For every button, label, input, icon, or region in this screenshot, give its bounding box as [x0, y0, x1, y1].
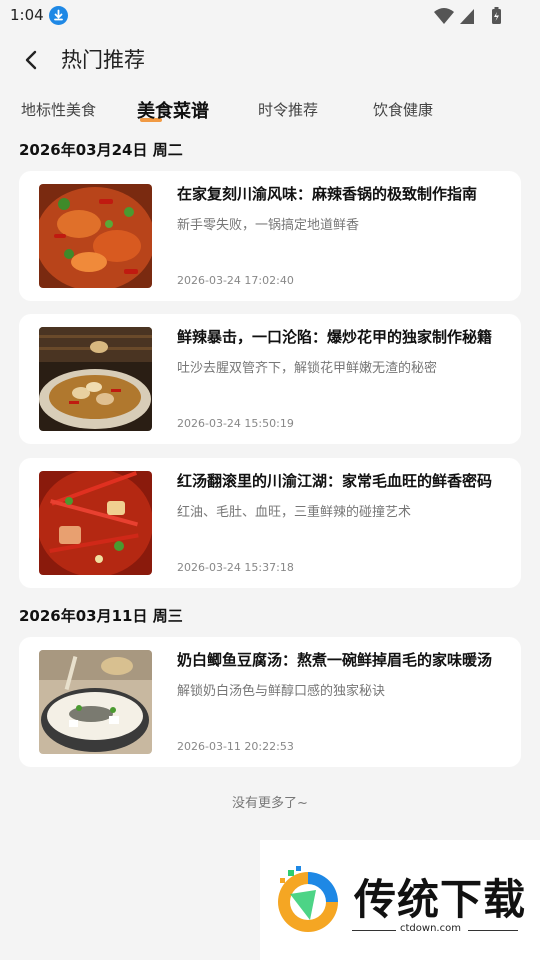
spicy-pot-image: [39, 184, 152, 288]
divider: [468, 930, 518, 931]
app-header: 热门推荐: [0, 38, 540, 82]
article-title: 在家复刻川渝风味：麻辣香锅的极致制作指南: [177, 185, 478, 203]
fish-tofu-soup-image: [39, 650, 152, 754]
article-title: 红汤翻滚里的川渝江湖：家常毛血旺的鲜香密码: [177, 472, 493, 490]
watermark-url: ctdown.com: [400, 923, 461, 934]
article-timestamp: 2026-03-11 20:22:53: [177, 740, 294, 753]
article-card[interactable]: 鲜辣暴击，一口沦陷：爆炒花甲的独家制作秘籍 吐沙去腥双管齐下，解锁花甲鲜嫩无渣的…: [19, 314, 521, 444]
tab-seasonal[interactable]: 时令推荐: [258, 99, 318, 120]
article-timestamp: 2026-03-24 17:02:40: [177, 274, 294, 287]
no-more-text: 没有更多了~: [232, 796, 308, 811]
article-title: 奶白鲫鱼豆腐汤：熬煮一碗鲜掉眉毛的家味暖汤: [177, 651, 493, 669]
watermark-name: 传统下载: [354, 875, 527, 924]
watermark-logo-icon: [278, 866, 338, 932]
article-card[interactable]: 红汤翻滚里的川渝江湖：家常毛血旺的鲜香密码 红油、毛肚、血旺，三重鲜辣的碰撞艺术…: [19, 458, 521, 588]
tab-healthy-diet[interactable]: 饮食健康: [373, 99, 433, 120]
tab-recipes[interactable]: 美食菜谱: [137, 97, 209, 123]
tab-label: 地标性美食: [21, 101, 97, 119]
divider: [352, 930, 396, 931]
page-title: 热门推荐: [61, 48, 145, 72]
tab-label: 时令推荐: [258, 101, 319, 119]
tab-landmark-food[interactable]: 地标性美食: [21, 99, 96, 120]
section-date-header: 2026年03月11日 周三: [19, 607, 183, 625]
article-card[interactable]: 在家复刻川渝风味：麻辣香锅的极致制作指南 新手零失败，一锅搞定地道鲜香 2026…: [19, 171, 521, 301]
back-button[interactable]: [18, 46, 46, 74]
fried-clams-image: [39, 327, 152, 431]
status-bar: 1:04: [0, 0, 540, 32]
download-notification-icon: [49, 6, 68, 25]
article-title: 鲜辣暴击，一口沦陷：爆炒花甲的独家制作秘籍: [177, 328, 493, 346]
article-card[interactable]: 奶白鲫鱼豆腐汤：熬煮一碗鲜掉眉毛的家味暖汤 解锁奶白汤色与鲜醇口感的独家秘诀 2…: [19, 637, 521, 767]
back-arrow-icon: [25, 50, 37, 70]
status-time: 1:04: [10, 6, 44, 24]
tab-label: 美食菜谱: [137, 101, 209, 122]
status-icons: [434, 7, 501, 24]
article-subtitle: 吐沙去腥双管齐下，解锁花甲鲜嫩无渣的秘密: [177, 361, 438, 376]
article-timestamp: 2026-03-24 15:50:19: [177, 417, 294, 430]
section-date-header: 2026年03月24日 周二: [19, 141, 183, 159]
article-subtitle: 新手零失败，一锅搞定地道鲜香: [177, 218, 360, 233]
tab-label: 饮食健康: [373, 101, 434, 119]
article-timestamp: 2026-03-24 15:37:18: [177, 561, 294, 574]
article-subtitle: 解锁奶白汤色与鲜醇口感的独家秘诀: [177, 684, 386, 699]
article-subtitle: 红油、毛肚、血旺，三重鲜辣的碰撞艺术: [177, 505, 412, 520]
maoxuewang-image: [39, 471, 152, 575]
watermark: 传统下载 ctdown.com: [260, 840, 540, 960]
